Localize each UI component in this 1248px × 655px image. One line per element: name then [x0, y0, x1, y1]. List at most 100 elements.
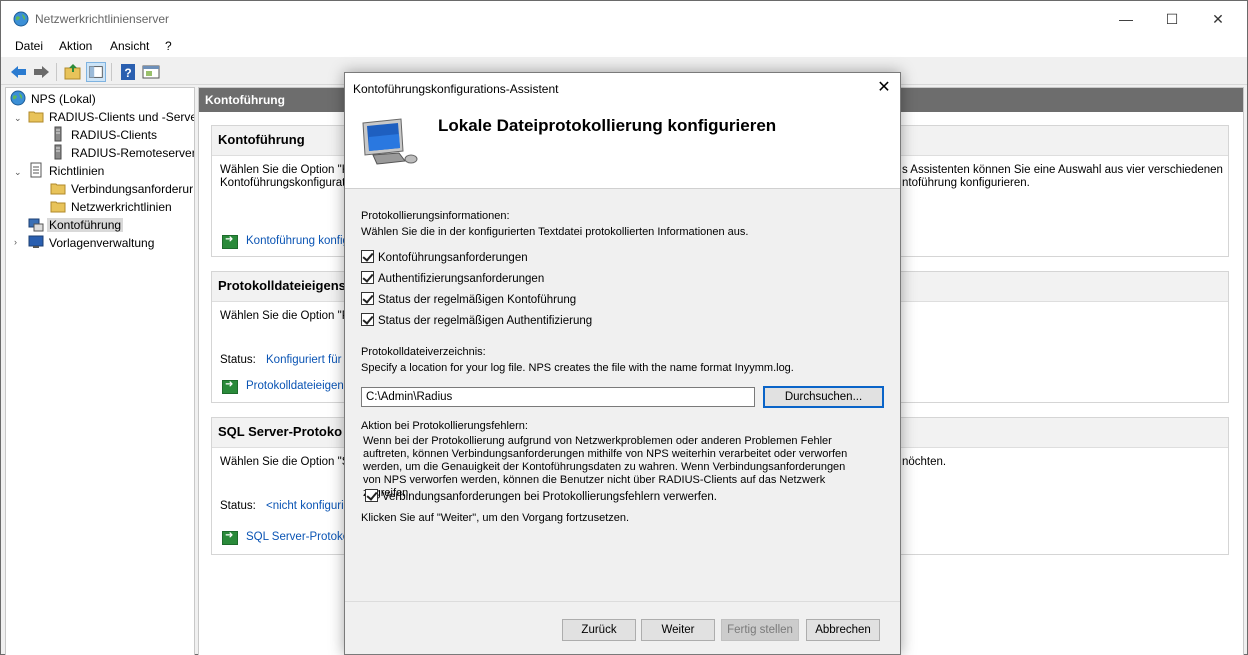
- logfile-properties-link[interactable]: Protokolldateieigensc: [246, 380, 355, 392]
- up-folder-icon[interactable]: [63, 62, 83, 82]
- menu-action[interactable]: Aktion: [59, 39, 92, 53]
- checkbox-checked-icon[interactable]: [361, 313, 374, 326]
- checkbox-periodic-accounting-status[interactable]: Status der regelmäßigen Kontoführung: [361, 292, 576, 308]
- dialog-close-button[interactable]: ✕: [873, 77, 895, 99]
- checkbox-checked-icon[interactable]: [361, 271, 374, 284]
- accounting-icon: [28, 218, 44, 232]
- section-text: nöchten.: [902, 456, 947, 468]
- dialog-separator: [345, 601, 900, 602]
- checkbox-checked-icon[interactable]: [361, 292, 374, 305]
- menu-help[interactable]: ?: [165, 39, 172, 53]
- chevron-down-icon[interactable]: ⌄: [14, 113, 24, 124]
- checkbox-checked-icon[interactable]: [361, 250, 374, 263]
- configure-accounting-link[interactable]: Kontoführung konfigu: [246, 235, 355, 247]
- logging-info-description: Wählen Sie die in der konfigurierten Tex…: [361, 226, 749, 238]
- dialog-banner: Lokale Dateiprotokollierung konfiguriere…: [345, 103, 900, 189]
- log-directory-label: Protokolldateiverzeichnis:: [361, 346, 486, 358]
- server-icon: [54, 144, 62, 160]
- window-title: Netzwerkrichtlinienserver: [35, 12, 170, 26]
- menu-view[interactable]: Ansicht: [110, 39, 149, 53]
- monitor-icon: [28, 235, 44, 248]
- browse-button[interactable]: Durchsuchen...: [763, 386, 884, 408]
- tree-label: Kontoführung: [47, 218, 124, 232]
- section-text: Wählen Sie die Option "Pro: [220, 310, 360, 322]
- show-hide-tree-icon[interactable]: [86, 62, 106, 82]
- status-label: Status:: [220, 354, 256, 366]
- error-action-label: Aktion bei Protokollierungsfehlern:: [361, 420, 528, 432]
- section-text: Kontoführungskonfiguratio: [220, 177, 355, 189]
- tree-label: Verbindungsanforderur: [71, 182, 194, 196]
- computer-monitor-icon: [362, 118, 418, 165]
- checkbox-checked-icon[interactable]: [365, 489, 378, 502]
- arrow-link-icon: [222, 379, 238, 394]
- svg-text:?: ?: [124, 66, 131, 80]
- chevron-right-icon[interactable]: ›: [14, 237, 24, 247]
- tree-label: Vorlagenverwaltung: [49, 236, 155, 250]
- accounting-wizard-dialog: Kontoführungskonfigurations-Assistent ✕ …: [344, 72, 901, 655]
- checkbox-label: Verbindungsanforderungen bei Protokollie…: [382, 491, 717, 503]
- forward-arrow-icon[interactable]: [31, 62, 51, 82]
- back-arrow-icon[interactable]: [9, 62, 29, 82]
- dialog-heading: Lokale Dateiprotokollierung konfiguriere…: [438, 116, 777, 135]
- checkbox-label: Kontoführungsanforderungen: [378, 252, 528, 264]
- tree-item-policies[interactable]: Richtlinien: [28, 162, 106, 180]
- tree-label: NPS (Lokal): [31, 92, 96, 106]
- arrow-link-icon: [222, 234, 238, 249]
- properties-icon[interactable]: [141, 62, 161, 82]
- toolbar-separator: [111, 63, 112, 81]
- back-button[interactable]: Zurück: [562, 619, 636, 641]
- chevron-down-icon[interactable]: ⌄: [14, 167, 24, 178]
- tree-item-network-policies[interactable]: Netzwerkrichtlinien: [50, 198, 174, 216]
- section-text: ntoführung konfigurieren.: [902, 177, 1030, 189]
- tree-item-nps-local[interactable]: NPS (Lokal): [10, 90, 98, 108]
- dialog-title: Kontoführungskonfigurations-Assistent: [353, 82, 559, 96]
- continue-hint: Klicken Sie auf "Weiter", um den Vorgang…: [361, 512, 630, 524]
- title-bar: Netzwerkrichtlinienserver — ☐ ✕: [1, 1, 1247, 37]
- next-button[interactable]: Weiter: [641, 619, 715, 641]
- status-value: <nicht konfigurier: [266, 500, 354, 512]
- globe-icon: [10, 90, 26, 106]
- checkbox-accounting-requests[interactable]: Kontoführungsanforderungen: [361, 250, 528, 266]
- section-text: Wählen Sie die Option "SQ: [220, 456, 359, 468]
- section-text: s Assistenten können Sie eine Auswahl au…: [902, 164, 1223, 176]
- checkbox-label: Status der regelmäßigen Authentifizierun…: [378, 315, 593, 327]
- tree-item-templates[interactable]: Vorlagenverwaltung: [28, 234, 156, 252]
- tree-label: RADIUS-Clients und -Serve: [49, 110, 195, 124]
- toolbar-separator: [56, 63, 57, 81]
- logging-info-label: Protokollierungsinformationen:: [361, 210, 510, 222]
- dialog-title-bar: Kontoführungskonfigurations-Assistent ✕: [345, 73, 900, 103]
- tree-item-radius-clients[interactable]: RADIUS-Clients: [50, 126, 159, 144]
- tree-item-connection-requests[interactable]: Verbindungsanforderur: [50, 180, 194, 198]
- server-icon: [54, 126, 62, 142]
- menu-bar: Datei Aktion Ansicht ?: [1, 37, 1247, 57]
- tree-item-radius-clients-servers[interactable]: RADIUS-Clients und -Serve: [28, 108, 195, 126]
- folder-icon: [50, 201, 66, 213]
- help-icon[interactable]: ?: [118, 62, 138, 82]
- folder-icon: [50, 183, 66, 195]
- minimize-button[interactable]: —: [1103, 1, 1149, 37]
- folder-icon: [28, 111, 44, 123]
- arrow-link-icon: [222, 530, 238, 545]
- menu-file[interactable]: Datei: [15, 39, 43, 53]
- section-text: Wählen Sie die Option "Kon: [220, 164, 363, 176]
- maximize-button[interactable]: ☐: [1149, 1, 1195, 37]
- status-label: Status:: [220, 500, 256, 512]
- status-value: Konfiguriert für C: [266, 354, 353, 366]
- nps-globe-icon: [13, 11, 29, 27]
- log-directory-input[interactable]: [361, 387, 755, 407]
- tree-pane: NPS (Lokal) ⌄ RADIUS-Clients und -Serve …: [5, 87, 195, 655]
- checkbox-periodic-authentication-status[interactable]: Status der regelmäßigen Authentifizierun…: [361, 313, 592, 329]
- finish-button: Fertig stellen: [721, 619, 799, 641]
- sql-logging-link[interactable]: SQL Server-Protokoll: [246, 531, 354, 543]
- tree-item-accounting[interactable]: Kontoführung: [28, 216, 124, 234]
- checkbox-authentication-requests[interactable]: Authentifizierungsanforderungen: [361, 271, 544, 287]
- checkbox-discard-on-error[interactable]: Verbindungsanforderungen bei Protokollie…: [365, 489, 717, 505]
- checkbox-label: Authentifizierungsanforderungen: [378, 273, 545, 285]
- log-directory-description: Specify a location for your log file. NP…: [361, 362, 794, 374]
- tree-item-radius-remote-groups[interactable]: RADIUS-Remoteserverg: [50, 144, 194, 162]
- tree-label: RADIUS-Clients: [71, 128, 158, 142]
- policy-document-icon: [30, 162, 42, 178]
- tree-label: Richtlinien: [49, 164, 105, 178]
- close-button[interactable]: ✕: [1195, 1, 1241, 37]
- cancel-button[interactable]: Abbrechen: [806, 619, 880, 641]
